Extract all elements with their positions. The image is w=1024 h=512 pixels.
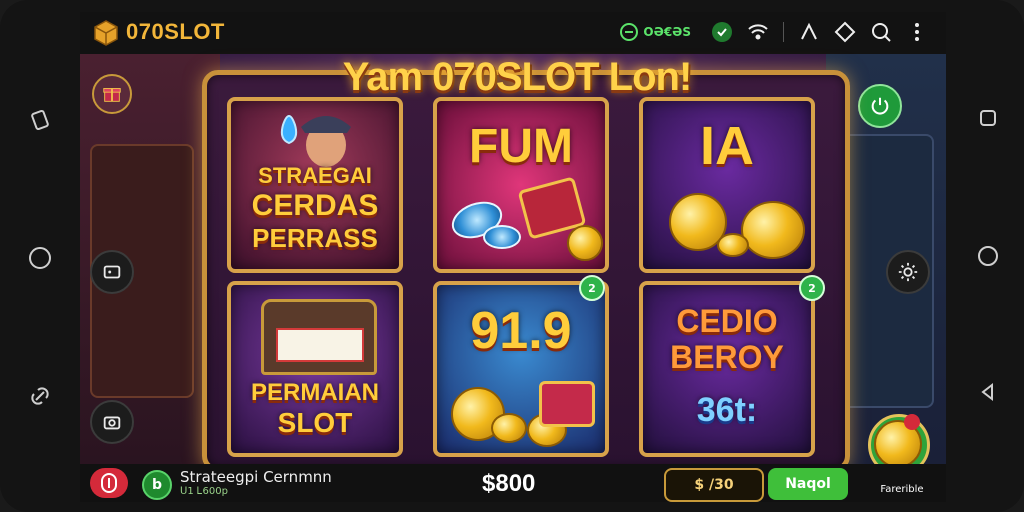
back-icon[interactable]: [976, 380, 1000, 404]
home-circle-icon[interactable]: [28, 246, 52, 270]
tile-title-line: 91.9: [470, 302, 572, 360]
network-pill[interactable]: OƏ€ƏS: [613, 20, 697, 44]
brand[interactable]: 070SLOT: [92, 18, 225, 46]
hero-banner: Yam 070SLOT Lon!: [342, 55, 693, 99]
stop-button[interactable]: [90, 468, 128, 498]
strategy-label: Strateegpi Cernmnn: [180, 468, 332, 486]
tile-title-line: CERDAS: [251, 189, 379, 222]
signal-icon[interactable]: [798, 21, 820, 43]
game-tile-fum[interactable]: FUM: [433, 97, 609, 273]
tile-title-line: PERMAIAN: [250, 379, 379, 406]
tile-title-line: PERRASS: [252, 223, 378, 253]
camera-button[interactable]: [90, 400, 134, 444]
notification-dot: [904, 414, 920, 430]
status-bar: 070SLOT OƏ€ƏS: [80, 12, 946, 54]
slot-reels: [276, 328, 364, 362]
status-icons: OƏ€ƏS: [613, 20, 928, 44]
slot-board: STRAEGAI CERDAS PERRASS FUM IA PERMAIAN …: [202, 55, 850, 472]
treasure-box-icon: [94, 20, 118, 46]
tile-title-line: IA: [700, 116, 754, 176]
tile-title-line: BEROY: [670, 339, 784, 375]
more-icon[interactable]: [906, 21, 928, 43]
bet-button[interactable]: $ /30: [664, 468, 764, 502]
gold-coin: [717, 233, 749, 257]
search-icon[interactable]: [870, 21, 892, 43]
slot-machine-illustration: [261, 299, 377, 375]
tile-badge: 2: [799, 275, 825, 301]
game-screen: 070SLOT OƏ€ƏS STRAEGAI CERDAS PERRASS FU…: [80, 12, 946, 502]
tile-title-line: STRAEGAI: [258, 163, 372, 188]
camera-icon: [103, 416, 121, 430]
poker-chip: [483, 225, 521, 249]
network-icon: [620, 23, 639, 41]
tile-title-line: CEDIO: [676, 303, 778, 339]
tile-badge: 2: [579, 275, 605, 301]
favorite-label: Farerible: [880, 484, 924, 495]
network-pill-label: OƏ€ƏS: [643, 25, 691, 39]
wifi-icon[interactable]: [747, 21, 769, 43]
gold-coin: [567, 225, 603, 261]
b-icon[interactable]: b: [142, 470, 172, 500]
balance-amount: $800: [482, 470, 536, 497]
treasure-chest: [539, 381, 595, 427]
gift-icon: [103, 88, 121, 102]
shield-icon[interactable]: [711, 21, 733, 43]
compass-icon[interactable]: [834, 21, 856, 43]
game-tile-permainan-slot[interactable]: PERMAIAN SLOT: [227, 281, 403, 457]
power-button[interactable]: [858, 84, 902, 128]
bottom-bar: b Strateegpi Cernmnn ᑌ1 Ꮮ600p $800 $ /30…: [80, 464, 946, 502]
device-frame: 070SLOT OƏ€ƏS STRAEGAI CERDAS PERRASS FU…: [0, 0, 1024, 512]
settings-button[interactable]: [886, 250, 930, 294]
power-icon: [871, 97, 889, 115]
divider: [783, 22, 784, 42]
rotate-icon[interactable]: [28, 108, 52, 132]
tile-title-line: FUM: [469, 120, 573, 173]
brand-name: 070SLOT: [126, 19, 225, 44]
gear-icon: [898, 262, 918, 282]
tile-title-line: 36t:: [696, 391, 758, 429]
gamepad-icon: [103, 265, 121, 279]
tile-title-line: SLOT: [277, 407, 353, 438]
gold-coin: [491, 413, 527, 443]
link-icon[interactable]: [28, 384, 52, 408]
game-tile-strategi[interactable]: STRAEGAI CERDAS PERRASS: [227, 97, 403, 273]
gift-box-button[interactable]: [92, 74, 132, 114]
game-tile-cedio-beroy[interactable]: CEDIO BEROY 36t:: [639, 281, 815, 457]
gold-coin: [741, 201, 805, 259]
game-tile-ia[interactable]: IA: [639, 97, 815, 273]
strategy-sublabel: ᑌ1 Ꮮ600p: [180, 486, 228, 497]
stop-icon: [101, 473, 117, 493]
gamepad-button[interactable]: [90, 250, 134, 294]
home-icon[interactable]: [976, 244, 1000, 268]
play-button[interactable]: Naqol: [768, 468, 848, 500]
game-area: STRAEGAI CERDAS PERRASS FUM IA PERMAIAN …: [80, 54, 946, 476]
recent-apps-icon[interactable]: [976, 106, 1000, 130]
game-tile-91[interactable]: 91.9: [433, 281, 609, 457]
